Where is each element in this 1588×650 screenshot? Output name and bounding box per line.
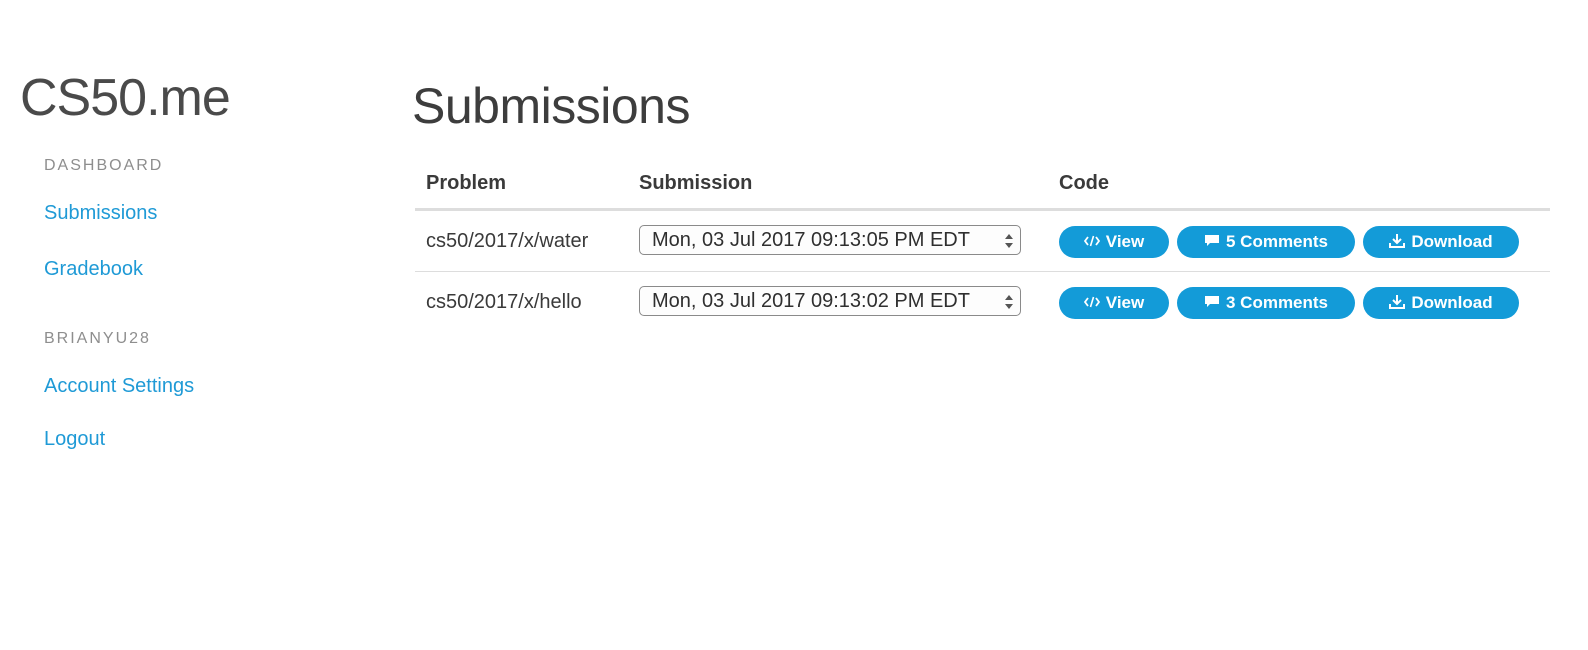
main-content: Submissions Problem Submission Code cs50… — [412, 0, 1565, 650]
sidebar-item-logout[interactable]: Logout — [44, 428, 105, 451]
submission-select-value: Mon, 03 Jul 2017 09:13:02 PM EDT — [652, 290, 970, 312]
download-label: Download — [1411, 293, 1493, 312]
view-label: View — [1105, 293, 1145, 312]
submission-select-value: Mon, 03 Jul 2017 09:13:05 PM EDT — [652, 229, 970, 251]
sidebar-item-submissions[interactable]: Submissions — [44, 202, 157, 225]
sidebar-heading-username: BRIANYU28 — [44, 330, 151, 347]
page-title: Submissions — [412, 78, 690, 134]
submission-select[interactable]: Mon, 03 Jul 2017 09:13:05 PM EDT — [639, 225, 1021, 255]
download-button[interactable]: Download — [1363, 226, 1519, 258]
select-arrows-icon — [1005, 295, 1013, 309]
sidebar-item-account-settings[interactable]: Account Settings — [44, 375, 194, 398]
table-row: cs50/2017/x/hello Mon, 03 Jul 2017 09:13… — [415, 272, 1550, 332]
problem-name: cs50/2017/x/water — [426, 230, 589, 252]
table-header: Problem Submission Code — [415, 160, 1550, 211]
download-label: Download — [1411, 232, 1493, 251]
select-arrows-icon — [1005, 234, 1013, 248]
column-header-problem: Problem — [426, 172, 507, 194]
column-header-submission: Submission — [639, 172, 753, 194]
comment-icon — [1204, 234, 1219, 246]
comments-button[interactable]: 5 Comments — [1177, 226, 1355, 258]
sidebar-item-gradebook[interactable]: Gradebook — [44, 258, 143, 281]
download-icon — [1389, 234, 1406, 249]
comments-label: 5 Comments — [1225, 232, 1329, 251]
submissions-table: Problem Submission Code cs50/2017/x/wate… — [415, 160, 1550, 332]
comments-button[interactable]: 3 Comments — [1177, 287, 1355, 319]
download-button[interactable]: Download — [1363, 287, 1519, 319]
column-header-code: Code — [1059, 172, 1109, 194]
code-icon — [1083, 296, 1100, 307]
submission-select[interactable]: Mon, 03 Jul 2017 09:13:02 PM EDT — [639, 286, 1021, 316]
sidebar-heading-dashboard: DASHBOARD — [44, 157, 164, 174]
download-icon — [1389, 295, 1406, 310]
comments-label: 3 Comments — [1225, 293, 1329, 312]
sidebar: CS50.me DASHBOARD Submissions Gradebook … — [0, 0, 400, 650]
brand-logo[interactable]: CS50.me — [20, 68, 231, 128]
code-icon — [1083, 235, 1100, 246]
comment-icon — [1204, 295, 1219, 307]
problem-name: cs50/2017/x/hello — [426, 291, 582, 313]
table-row: cs50/2017/x/water Mon, 03 Jul 2017 09:13… — [415, 211, 1550, 272]
view-code-button[interactable]: View — [1059, 226, 1169, 258]
view-code-button[interactable]: View — [1059, 287, 1169, 319]
view-label: View — [1105, 232, 1145, 251]
